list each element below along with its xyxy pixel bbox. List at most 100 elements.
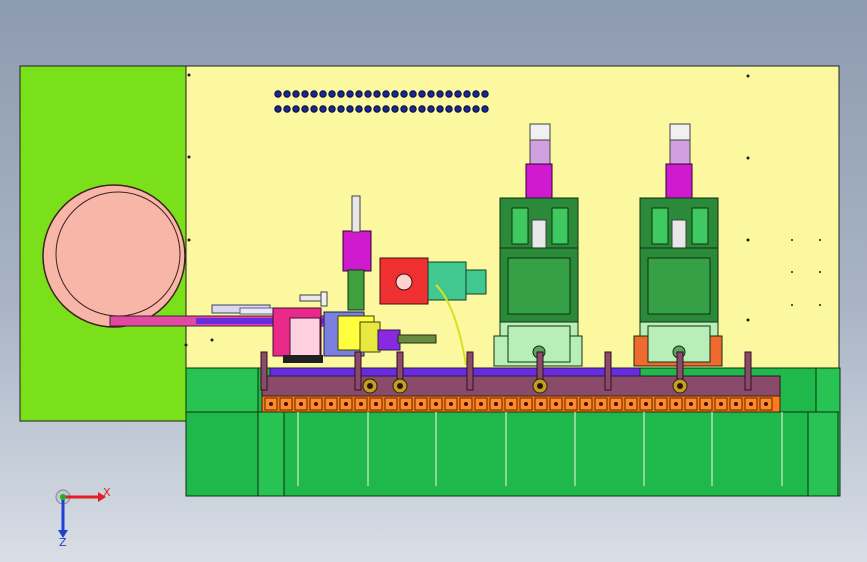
block-screw xyxy=(764,402,768,406)
mount-hole xyxy=(427,90,435,98)
roller-hub xyxy=(367,383,373,389)
rod-sleeve xyxy=(669,139,691,165)
block-screw xyxy=(689,402,693,406)
mount-hole xyxy=(391,90,399,98)
block-screw xyxy=(284,402,288,406)
mount-hole xyxy=(319,105,327,113)
block-screw xyxy=(554,402,558,406)
mount-hole xyxy=(319,90,327,98)
mount-hole xyxy=(400,90,408,98)
mount-hole xyxy=(400,105,408,113)
mount-hole xyxy=(292,105,300,113)
block-screw xyxy=(584,402,588,406)
cad-viewport[interactable]: X Z xyxy=(0,0,867,562)
mount-hole xyxy=(310,90,318,98)
block-screw xyxy=(479,402,483,406)
block-screw xyxy=(269,402,273,406)
block-screw xyxy=(389,402,393,406)
block-screw xyxy=(704,402,708,406)
press-body-inner xyxy=(647,257,711,315)
material-reel xyxy=(42,184,186,328)
mount-hole xyxy=(445,105,453,113)
mount-hole xyxy=(382,105,390,113)
mount-hole xyxy=(454,90,462,98)
mount-hole xyxy=(283,105,291,113)
block-screw xyxy=(419,402,423,406)
x-axis-label: X xyxy=(103,486,111,499)
mount-hole xyxy=(328,105,336,113)
mount-hole xyxy=(301,90,309,98)
mount-hole xyxy=(409,90,417,98)
mount-hole xyxy=(337,105,345,113)
block-screw xyxy=(659,402,663,406)
block-screw xyxy=(374,402,378,406)
rod-sleeve xyxy=(529,139,551,165)
mount-hole xyxy=(418,105,426,113)
block-screw xyxy=(614,402,618,406)
roller-hub xyxy=(677,383,683,389)
guide-right xyxy=(691,207,709,245)
mount-hole xyxy=(301,105,309,113)
mount-hole xyxy=(481,90,489,98)
block-screw xyxy=(449,402,453,406)
mount-hole xyxy=(463,90,471,98)
block-screw xyxy=(599,402,603,406)
mount-hole xyxy=(328,90,336,98)
mount-hole xyxy=(382,90,390,98)
rail-post xyxy=(744,351,752,391)
block-screw xyxy=(719,402,723,406)
base-right-post-2 xyxy=(807,411,839,497)
base-left-post xyxy=(257,411,285,497)
roller-hub xyxy=(397,383,403,389)
mount-hole xyxy=(355,90,363,98)
mount-hole xyxy=(355,105,363,113)
mount-hole xyxy=(454,105,462,113)
block-screw xyxy=(644,402,648,406)
z-axis-label: Z xyxy=(59,536,67,549)
guide-left xyxy=(511,207,529,245)
block-screw xyxy=(629,402,633,406)
mount-hole xyxy=(472,90,480,98)
block-screw xyxy=(434,402,438,406)
ram xyxy=(671,219,687,251)
mount-hole xyxy=(481,105,489,113)
mount-hole xyxy=(436,105,444,113)
block-screw xyxy=(329,402,333,406)
block-screw xyxy=(314,402,318,406)
block-screw xyxy=(539,402,543,406)
mount-hole xyxy=(427,105,435,113)
mount-hole xyxy=(337,90,345,98)
coordinate-triad: X Z xyxy=(55,486,111,549)
block-screw xyxy=(569,402,573,406)
block-screw xyxy=(524,402,528,406)
mount-hole xyxy=(418,90,426,98)
rail-post xyxy=(354,351,362,391)
mount-hole xyxy=(373,105,381,113)
block-screw xyxy=(344,402,348,406)
mount-hole xyxy=(391,105,399,113)
base-upper-strip xyxy=(185,367,259,413)
ram xyxy=(531,219,547,251)
mount-hole xyxy=(310,105,318,113)
block-screw xyxy=(494,402,498,406)
block-screw xyxy=(464,402,468,406)
mount-hole xyxy=(445,90,453,98)
guide-left xyxy=(651,207,669,245)
block-screw xyxy=(359,402,363,406)
rail-post xyxy=(260,351,268,391)
mount-hole xyxy=(274,105,282,113)
mount-hole xyxy=(292,90,300,98)
guide-right xyxy=(551,207,569,245)
block-screw xyxy=(404,402,408,406)
mount-hole xyxy=(364,105,372,113)
mount-hole xyxy=(283,90,291,98)
mount-hole xyxy=(364,90,372,98)
mount-hole xyxy=(436,90,444,98)
block-screw xyxy=(749,402,753,406)
press-body-inner xyxy=(507,257,571,315)
block-screw xyxy=(674,402,678,406)
roller-hub xyxy=(537,383,543,389)
cylinder xyxy=(525,163,553,201)
mount-hole xyxy=(409,105,417,113)
block-screw xyxy=(509,402,513,406)
